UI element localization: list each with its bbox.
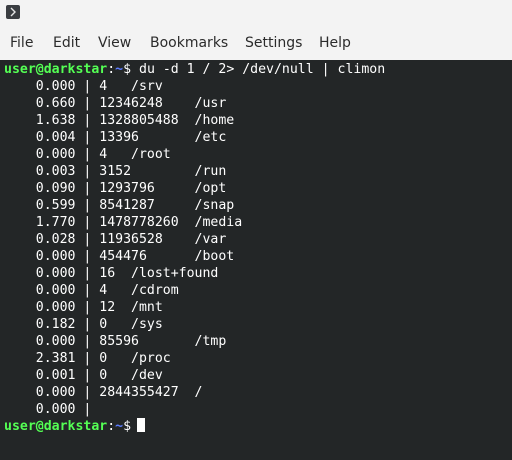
- output-line: 0.182 | 0 /sys: [4, 317, 163, 332]
- command-line: user@darkstar:~$ du -d 1 / 2> /dev/null …: [4, 61, 385, 78]
- output-line: 0.028 | 11936528 /var: [4, 232, 227, 247]
- prompt-symbol: $: [123, 62, 132, 77]
- menu-edit[interactable]: Edit: [53, 35, 80, 51]
- output-line: 0.000 | 12 /mnt: [4, 300, 163, 315]
- output-line: 0.000 |: [4, 402, 92, 417]
- output-line: 0.599 | 8541287 /snap: [4, 198, 235, 213]
- output-line: 0.000 | 4 /cdrom: [4, 283, 179, 298]
- menu-file[interactable]: File: [10, 35, 33, 51]
- title-bar: [0, 0, 512, 28]
- prompt-user-host: user@darkstar: [4, 419, 108, 434]
- output-line: 0.000 | 16 /lost+found: [4, 266, 219, 281]
- prompt-cwd: ~: [115, 62, 124, 77]
- text-cursor: [137, 418, 146, 432]
- menu-bookmarks[interactable]: Bookmarks: [150, 35, 228, 51]
- output-line: 0.660 | 12346248 /usr: [4, 96, 227, 111]
- output-line: 1.638 | 1328805488 /home: [4, 113, 235, 128]
- output-line: 0.000 | 454476 /boot: [4, 249, 235, 264]
- output-line: 0.000 | 4 /srv: [4, 79, 163, 94]
- prompt-colon: :: [107, 419, 116, 434]
- prompt-line[interactable]: user@darkstar:~$: [4, 418, 146, 435]
- output-line: 0.000 | 2844355427 /: [4, 385, 203, 400]
- terminal-area[interactable]: user@darkstar:~$ du -d 1 / 2> /dev/null …: [0, 60, 512, 460]
- prompt-cwd: ~: [115, 419, 124, 434]
- output-line: 0.000 | 85596 /tmp: [4, 334, 227, 349]
- prompt-user-host: user@darkstar: [4, 62, 108, 77]
- prompt-colon: :: [107, 62, 116, 77]
- menu-settings[interactable]: Settings: [245, 35, 302, 51]
- command-text: du -d 1 / 2> /dev/null | climon: [131, 62, 386, 77]
- menu-help[interactable]: Help: [319, 35, 351, 51]
- output-line: 0.003 | 3152 /run: [4, 164, 227, 179]
- output-line: 2.381 | 0 /proc: [4, 351, 171, 366]
- output-line: 0.000 | 4 /root: [4, 147, 171, 162]
- prompt-symbol: $: [123, 419, 132, 434]
- output-line: 1.770 | 1478778260 /media: [4, 215, 243, 230]
- output-line: 0.090 | 1293796 /opt: [4, 181, 227, 196]
- output-line: 0.004 | 13396 /etc: [4, 130, 227, 145]
- output-line: 0.001 | 0 /dev: [4, 368, 163, 383]
- terminal-icon: [6, 5, 20, 19]
- menu-view[interactable]: View: [98, 35, 131, 51]
- menu-bar: File Edit View Bookmarks Settings Help: [0, 28, 512, 61]
